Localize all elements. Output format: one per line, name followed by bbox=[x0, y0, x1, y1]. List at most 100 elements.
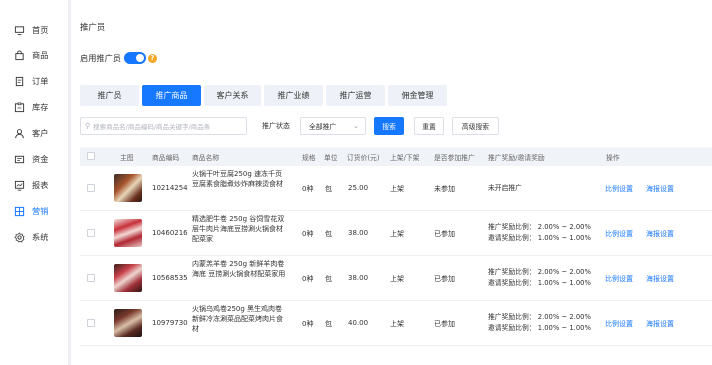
reward-line: 未开启推广 bbox=[488, 184, 522, 192]
product-code: 10214254 bbox=[152, 184, 188, 192]
sidebar-item-home[interactable]: 首页 bbox=[14, 22, 48, 38]
header-joined: 是否参加推广 bbox=[434, 154, 475, 162]
promotion-joined: 已参加 bbox=[434, 320, 455, 328]
inventory-icon bbox=[14, 102, 25, 113]
row-checkbox[interactable] bbox=[87, 229, 95, 237]
product-price: 38.00 bbox=[348, 274, 369, 282]
poster-settings-link[interactable]: 海报设置 bbox=[646, 319, 674, 329]
header-spec: 规格 bbox=[302, 154, 316, 162]
invite-reward-line: 邀请奖励比例： 1.00% ~ 1.00% bbox=[488, 279, 591, 287]
sidebar: 首页 商品 订单 库存 客户 资金 报表 营销 系统 bbox=[0, 0, 71, 365]
tab-commission-management[interactable]: 佣金管理 bbox=[388, 85, 447, 106]
sidebar-item-system[interactable]: 系统 bbox=[14, 229, 48, 245]
product-name: 火锅乌鸡卷250g 黑生鸡肉卷新鲜冷冻涮菜品配菜烤肉片食材 bbox=[192, 305, 283, 333]
product-shelf-status: 上架 bbox=[390, 185, 404, 193]
product-unit: 包 bbox=[325, 185, 332, 193]
monitor-icon bbox=[14, 25, 25, 36]
user-icon bbox=[14, 128, 25, 139]
sidebar-item-label: 系统 bbox=[32, 232, 49, 242]
product-price: 40.00 bbox=[348, 319, 369, 327]
search-placeholder: 搜索商品名/商品编码/商品关键字/商品条 bbox=[93, 123, 211, 131]
ratio-settings-link[interactable]: 比例设置 bbox=[605, 319, 633, 329]
sidebar-item-label: 商品 bbox=[32, 50, 49, 60]
gear-icon bbox=[14, 231, 25, 243]
header-reward: 推广奖励/邀请奖励 bbox=[488, 154, 545, 162]
poster-settings-link[interactable]: 海报设置 bbox=[646, 184, 674, 194]
product-name: 火锅干叶豆腐250g 速冻千页豆腐素食脂煮炒炸麻辣烫食材 bbox=[192, 170, 283, 188]
tab-promotion-performance[interactable]: 推广业绩 bbox=[264, 85, 323, 106]
sidebar-item-reports[interactable]: 报表 bbox=[14, 177, 48, 193]
tab-promoters[interactable]: 推广员 bbox=[80, 85, 139, 106]
enable-promoter-label: 启用推广员 bbox=[80, 53, 121, 63]
header-code: 商品编码 bbox=[152, 154, 180, 162]
reward-info: 推广奖励比例： 2.00% ~ 2.00% 邀请奖励比例： 1.00% ~ 1.… bbox=[488, 312, 591, 334]
search-input[interactable]: ⚲ 搜索商品名/商品编码/商品关键字/商品条 bbox=[80, 117, 247, 135]
sidebar-item-label: 库存 bbox=[32, 102, 49, 112]
tab-customer-relations[interactable]: 客户关系 bbox=[204, 85, 261, 106]
bag-icon bbox=[14, 49, 25, 61]
enable-promoter-toggle[interactable] bbox=[123, 52, 146, 64]
promotion-joined: 未参加 bbox=[434, 185, 455, 193]
wallet-icon bbox=[14, 154, 25, 165]
sidebar-item-customers[interactable]: 客户 bbox=[14, 125, 48, 141]
chevron-down-icon: ⌄ bbox=[353, 122, 359, 130]
sidebar-item-orders[interactable]: 订单 bbox=[14, 73, 48, 89]
header-name: 商品名称 bbox=[192, 154, 220, 162]
promotion-status-label: 推广状态 bbox=[262, 122, 290, 130]
sidebar-item-label: 报表 bbox=[32, 180, 49, 190]
help-icon[interactable]: ? bbox=[147, 53, 157, 63]
goods-table: 主图 商品编码 商品名称 规格 单位 订货价(元) 上架/下架 是否参加推广 推… bbox=[80, 147, 712, 346]
page-title: 推广员 bbox=[80, 22, 106, 32]
reset-button[interactable]: 重置 bbox=[414, 117, 444, 135]
tab-promoted-goods[interactable]: 推广商品 bbox=[142, 85, 201, 106]
promotion-status-select[interactable]: 全部推广 ⌄ bbox=[300, 117, 366, 135]
product-code: 10460216 bbox=[152, 229, 188, 237]
header-shelf: 上架/下架 bbox=[390, 154, 420, 162]
row-checkbox[interactable] bbox=[87, 274, 95, 282]
product-unit: 包 bbox=[325, 275, 332, 283]
ratio-settings-link[interactable]: 比例设置 bbox=[605, 229, 633, 239]
sidebar-item-label: 资金 bbox=[32, 154, 49, 164]
product-unit: 包 bbox=[325, 320, 332, 328]
product-thumbnail bbox=[114, 174, 142, 202]
poster-settings-link[interactable]: 海报设置 bbox=[646, 229, 674, 239]
search-button[interactable]: 搜索 bbox=[374, 117, 404, 135]
product-price: 25.00 bbox=[348, 184, 369, 192]
product-code: 10979730 bbox=[152, 319, 188, 327]
reward-info: 推广奖励比例： 2.00% ~ 2.00% 邀请奖励比例： 1.00% ~ 1.… bbox=[488, 222, 591, 244]
ratio-settings-link[interactable]: 比例设置 bbox=[605, 274, 633, 284]
product-thumbnail bbox=[114, 264, 142, 292]
search-bar: ⚲ 搜索商品名/商品编码/商品关键字/商品条 推广状态 全部推广 ⌄ 搜索 重置… bbox=[80, 117, 712, 135]
sidebar-item-label: 客户 bbox=[32, 128, 49, 138]
product-name: 内蒙羔羊卷 250g 新鲜羊肉卷海底 豆捞涮火锅食材配菜家用 bbox=[192, 260, 286, 278]
order-icon bbox=[14, 76, 25, 87]
select-all-checkbox[interactable] bbox=[87, 152, 95, 160]
report-icon bbox=[14, 180, 25, 191]
row-checkbox[interactable] bbox=[87, 184, 95, 192]
reward-info: 推广奖励比例： 2.00% ~ 2.00% 邀请奖励比例： 1.00% ~ 1.… bbox=[488, 267, 591, 289]
row-checkbox[interactable] bbox=[87, 319, 95, 327]
sidebar-item-inventory[interactable]: 库存 bbox=[14, 99, 48, 115]
reward-line: 推广奖励比例： 2.00% ~ 2.00% bbox=[488, 313, 591, 321]
product-spec: 0种 bbox=[302, 275, 314, 283]
header-price: 订货价(元) bbox=[347, 154, 380, 162]
product-code: 10568535 bbox=[152, 274, 188, 282]
poster-settings-link[interactable]: 海报设置 bbox=[646, 274, 674, 284]
search-icon: ⚲ bbox=[85, 122, 91, 130]
advanced-search-button[interactable]: 高级搜索 bbox=[452, 117, 499, 135]
ratio-settings-link[interactable]: 比例设置 bbox=[605, 184, 633, 194]
product-spec: 0种 bbox=[302, 185, 314, 193]
sidebar-item-label: 首页 bbox=[32, 25, 49, 35]
product-spec: 0种 bbox=[302, 230, 314, 238]
sidebar-item-goods[interactable]: 商品 bbox=[14, 47, 48, 63]
tab-promotion-operations[interactable]: 推广运营 bbox=[326, 85, 385, 106]
table-row: 10214254 火锅干叶豆腐250g 速冻千页豆腐素食脂煮炒炸麻辣烫食材 0种… bbox=[80, 166, 712, 211]
grid-icon bbox=[14, 206, 25, 217]
sidebar-item-marketing[interactable]: 营销 bbox=[14, 203, 48, 219]
product-thumbnail bbox=[114, 219, 142, 247]
sidebar-item-funds[interactable]: 资金 bbox=[14, 151, 48, 167]
promotion-status-value: 全部推广 bbox=[309, 123, 337, 131]
reward-line: 推广奖励比例： 2.00% ~ 2.00% bbox=[488, 268, 591, 276]
sidebar-item-label: 订单 bbox=[32, 76, 49, 86]
table-row: 10568535 内蒙羔羊卷 250g 新鲜羊肉卷海底 豆捞涮火锅食材配菜家用 … bbox=[80, 256, 712, 301]
